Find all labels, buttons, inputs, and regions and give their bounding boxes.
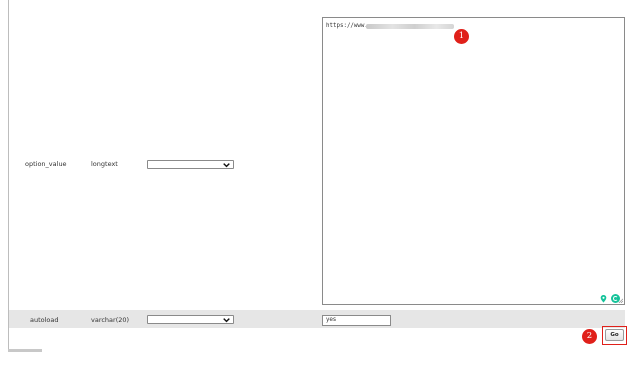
column-name: autoload [30, 316, 59, 324]
chevron-down-icon [223, 318, 230, 323]
column-type: varchar(20) [91, 316, 130, 324]
table-left-border [8, 0, 9, 352]
annotation-badge-1: 1 [454, 29, 469, 44]
autoload-value-input[interactable]: yes [322, 315, 391, 326]
resize-handle-icon[interactable] [618, 298, 623, 303]
function-select[interactable] [147, 315, 234, 324]
location-pin-icon[interactable] [600, 295, 607, 303]
column-type: longtext [91, 160, 118, 168]
annotation-badge-2: 2 [582, 329, 597, 344]
redacted-url-blur [366, 24, 454, 29]
textarea-text: https://www. [326, 23, 368, 29]
column-name: option_value [25, 160, 67, 168]
go-button[interactable]: Go [605, 329, 624, 341]
chevron-down-icon [223, 163, 230, 168]
function-select[interactable] [147, 160, 234, 169]
value-textarea[interactable]: https://www. [322, 17, 625, 305]
table-bottom-edge [8, 349, 42, 352]
